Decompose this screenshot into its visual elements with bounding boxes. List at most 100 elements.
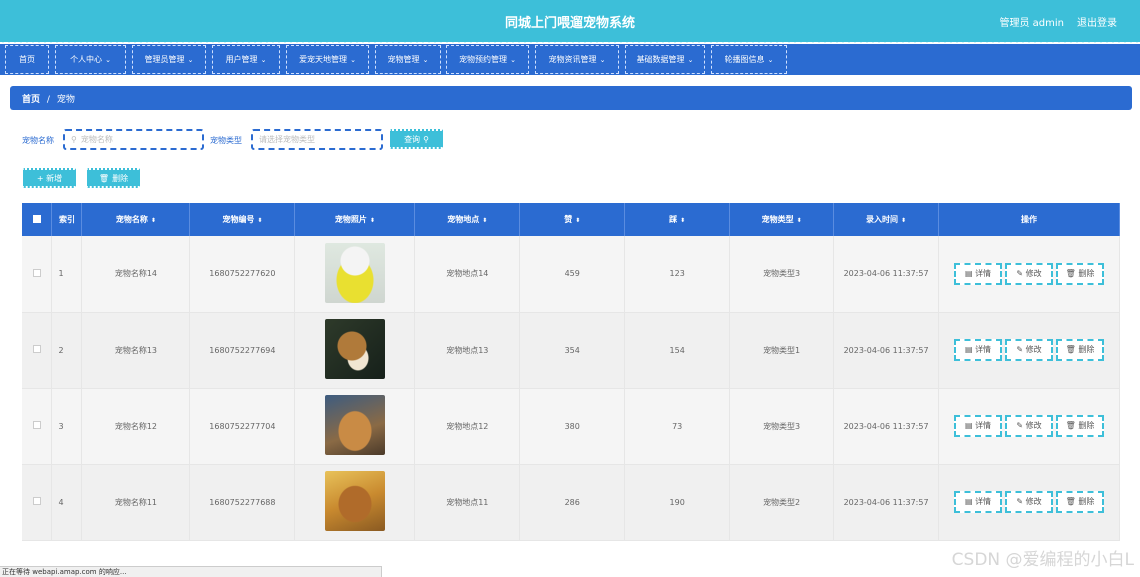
nav-item-admin-mgmt[interactable]: 管理员管理 ⌄ (132, 45, 206, 74)
pet-name-label: 宠物名称 (22, 136, 54, 145)
chevron-down-icon: ⌄ (422, 55, 429, 64)
cell-pet-photo (294, 312, 416, 389)
delete-label: 删除 (1078, 497, 1095, 506)
sort-icon[interactable]: ⬍ (901, 217, 906, 224)
edit-button[interactable]: ✎ 修改 (1005, 339, 1054, 361)
pet-photo[interactable] (324, 395, 385, 455)
cell-actions: ▤ 详情 ✎ 修改 🗑 删除 (938, 236, 1120, 313)
nav-item-home[interactable]: 首页 (5, 45, 49, 74)
trash-icon: 🗑 (1065, 497, 1079, 506)
nav-item-pet-booking-mgmt[interactable]: 宠物预约管理 ⌄ (446, 45, 529, 74)
table-row[interactable]: 1 宠物名称14 1680752277620 宠物地点14 459 123 宠物类型3 202… (22, 236, 1120, 313)
row-delete-button[interactable]: 🗑 删除 (1056, 339, 1105, 361)
row-checkbox-cell[interactable] (22, 236, 53, 313)
admin-label: 管理员 admin (999, 18, 1064, 29)
table-row[interactable]: 2 宠物名称13 1680752277694 宠物地点13 354 154 宠物类型1 202… (22, 312, 1120, 389)
sort-icon[interactable]: ⬍ (257, 217, 262, 224)
row-delete-button[interactable]: 🗑 删除 (1056, 415, 1105, 437)
nav-item-user-mgmt[interactable]: 用户管理 ⌄ (212, 45, 280, 74)
trash-icon: 🗑 (1065, 268, 1079, 278)
pet-name-search-input[interactable]: ⚲ 宠物名称 (63, 129, 204, 150)
col-header-like[interactable]: 赞 ⬍ (519, 203, 626, 236)
col-header-name[interactable]: 宠物名称 ⬍ (81, 203, 191, 236)
nav-item-base-data-mgmt[interactable]: 基础数据管理 ⌄ (625, 45, 705, 74)
query-button[interactable]: 查询 ⚲ (390, 129, 443, 149)
nav-item-personal-center[interactable]: 个人中心 ⌄ (55, 45, 126, 74)
cell-pet-photo (294, 388, 416, 465)
cell-dislike: 190 (624, 464, 731, 541)
nav-item-pet-world-mgmt[interactable]: 爱宠天地管理 ⌄ (286, 45, 369, 74)
nav-item-pet-news-mgmt[interactable]: 宠物资讯管理 ⌄ (535, 45, 619, 74)
row-delete-button[interactable]: 🗑 删除 (1056, 491, 1105, 513)
sort-icon[interactable]: ⬍ (482, 217, 487, 224)
cell-dislike: 154 (624, 312, 731, 389)
add-button[interactable]: + 新增 (23, 168, 76, 188)
chevron-down-icon: ⌄ (599, 55, 606, 64)
detail-button[interactable]: ▤ 详情 (954, 339, 1003, 361)
cell-entry-time: 2023-04-06 11:37:57 (833, 312, 940, 389)
row-checkbox[interactable] (32, 268, 41, 277)
col-header-code[interactable]: 宠物编号 ⬍ (189, 203, 296, 236)
nav-label: 宠物资讯管理 (548, 55, 597, 64)
edit-button[interactable]: ✎ 修改 (1005, 415, 1054, 437)
breadcrumb-home[interactable]: 首页 (22, 95, 40, 105)
nav-label: 用户管理 (225, 55, 258, 64)
pet-table: 索引 宠物名称 ⬍ 宠物编号 ⬍ 宠物照片 ⬍ 宠物地点 ⬍ 赞 ⬍ 踩 ⬍ 宠物类型 ⬍ 录… (22, 203, 1120, 541)
col-label: 录入时间 (866, 215, 899, 224)
edit-button[interactable]: ✎ 修改 (1005, 262, 1054, 285)
cell-index: 1 (51, 236, 83, 313)
sort-icon[interactable]: ⬍ (151, 217, 156, 224)
col-header-type[interactable]: 宠物类型 ⬍ (729, 203, 835, 236)
pet-photo[interactable] (324, 319, 385, 379)
cell-pet-photo (294, 236, 416, 313)
row-delete-button[interactable]: 🗑 删除 (1056, 262, 1105, 285)
table-row[interactable]: 4 宠物名称11 1680752277688 宠物地点11 286 190 宠物类型2 202… (22, 464, 1120, 541)
row-checkbox-cell[interactable] (22, 312, 53, 389)
row-checkbox-cell[interactable] (22, 388, 53, 465)
col-label: 踩 (669, 215, 678, 224)
chevron-down-icon: ⌄ (687, 55, 694, 64)
csdn-watermark: CSDN @爱编程的小白L (951, 550, 1134, 570)
pencil-icon: ✎ (1016, 268, 1026, 278)
sort-icon[interactable]: ⬍ (370, 217, 375, 224)
table-header-row: 索引 宠物名称 ⬍ 宠物编号 ⬍ 宠物照片 ⬍ 宠物地点 ⬍ 赞 ⬍ 踩 ⬍ 宠物类型 ⬍ 录… (22, 203, 1120, 236)
pet-photo[interactable] (324, 471, 385, 531)
cell-pet-place: 宠物地点11 (414, 464, 521, 541)
select-all-checkbox[interactable] (32, 214, 41, 223)
col-header-photo[interactable]: 宠物照片 ⬍ (294, 203, 416, 236)
sort-icon[interactable]: ⬍ (797, 217, 802, 224)
nav-label: 首页 (19, 55, 35, 64)
row-checkbox[interactable] (32, 345, 41, 353)
col-header-dislike[interactable]: 踩 ⬍ (624, 203, 731, 236)
select-all-cell[interactable] (22, 203, 53, 236)
detail-label: 详情 (975, 421, 992, 430)
row-checkbox[interactable] (32, 421, 41, 429)
nav-item-carousel-info[interactable]: 轮播图信息 ⌄ (711, 45, 787, 74)
detail-button[interactable]: ▤ 详情 (954, 491, 1003, 513)
sort-icon[interactable]: ⬍ (680, 217, 685, 224)
table-row[interactable]: 3 宠物名称12 1680752277704 宠物地点12 380 73 宠物类型3 2023… (22, 388, 1120, 465)
row-checkbox-cell[interactable] (22, 464, 53, 541)
document-icon: ▤ (964, 497, 976, 506)
sort-icon[interactable]: ⬍ (575, 217, 580, 224)
logout-link[interactable]: 退出登录 (1077, 14, 1117, 29)
detail-button[interactable]: ▤ 详情 (954, 262, 1003, 285)
cell-entry-time: 2023-04-06 11:37:57 (833, 464, 940, 541)
pet-type-placeholder: 请选择宠物类型 (259, 135, 315, 144)
col-header-place[interactable]: 宠物地点 ⬍ (414, 203, 521, 236)
cell-actions: ▤ 详情 ✎ 修改 🗑 删除 (938, 388, 1120, 465)
cell-pet-type: 宠物类型2 (729, 464, 835, 541)
app-title: 同城上门喂遛宠物系统 (504, 16, 635, 31)
pet-photo[interactable] (324, 242, 385, 303)
cell-like: 380 (519, 388, 626, 465)
row-checkbox[interactable] (32, 497, 41, 505)
edit-button[interactable]: ✎ 修改 (1005, 491, 1054, 513)
delete-button[interactable]: 🗑 删除 (87, 168, 140, 188)
nav-item-pet-mgmt[interactable]: 宠物管理 ⌄ (375, 45, 441, 74)
detail-button[interactable]: ▤ 详情 (954, 415, 1003, 437)
table-body: 1 宠物名称14 1680752277620 宠物地点14 459 123 宠物类型3 202… (22, 236, 1120, 541)
trash-icon: 🗑 (1065, 345, 1079, 354)
pet-type-select[interactable]: 请选择宠物类型 (251, 129, 383, 150)
col-header-time[interactable]: 录入时间 ⬍ (833, 203, 940, 236)
document-icon: ▤ (964, 345, 976, 354)
